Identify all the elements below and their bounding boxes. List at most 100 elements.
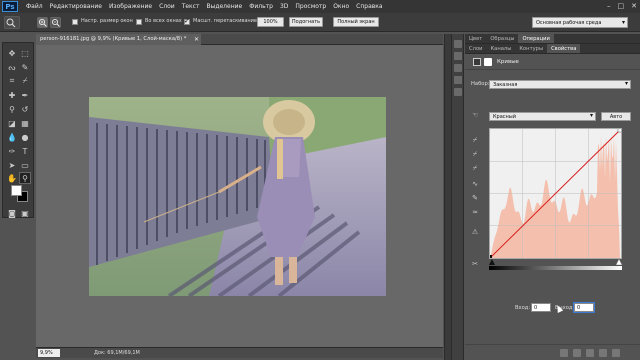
history-panel-icon[interactable] bbox=[454, 40, 462, 48]
zoom-in-icon[interactable] bbox=[37, 17, 48, 28]
channel-select[interactable]: Красный bbox=[489, 112, 596, 121]
crop-tool-icon[interactable]: ⌗ bbox=[6, 75, 18, 87]
brush-tool-icon[interactable]: ✒ bbox=[19, 89, 31, 101]
tab-layers[interactable]: Слои bbox=[465, 44, 486, 53]
hand-tool-icon[interactable]: ✋ bbox=[6, 172, 18, 184]
info-panel-icon[interactable] bbox=[454, 64, 462, 72]
auto-button[interactable]: Авто bbox=[601, 112, 631, 121]
marquee-tool-icon[interactable]: ⬚ bbox=[19, 47, 31, 59]
resize-windows-checkbox[interactable] bbox=[72, 19, 78, 25]
delete-trash-icon[interactable] bbox=[612, 349, 620, 357]
tab-paths[interactable]: Контуры bbox=[515, 44, 547, 53]
menu-layers[interactable]: Слои bbox=[159, 3, 175, 10]
white-point-slider[interactable] bbox=[615, 258, 623, 266]
photo-canvas[interactable] bbox=[89, 97, 386, 296]
menu-view[interactable]: Просмотр bbox=[295, 3, 326, 10]
hand-adjust-icon[interactable]: ☜ bbox=[472, 111, 478, 119]
black-point-slider[interactable] bbox=[489, 259, 495, 265]
edit-points-icon[interactable]: ∿ bbox=[471, 180, 479, 188]
eyedropper-tool-icon[interactable]: ⌿ bbox=[19, 75, 31, 87]
menu-file[interactable]: Файл bbox=[26, 3, 43, 10]
zoom-out-icon[interactable] bbox=[50, 17, 61, 28]
zoom-tool-icon bbox=[6, 18, 16, 28]
tab-channels[interactable]: Каналы bbox=[486, 44, 515, 53]
zoom-100-button[interactable]: 100% bbox=[257, 17, 284, 27]
properties-footer bbox=[465, 344, 640, 360]
zoom-tool-icon[interactable]: ⚲ bbox=[19, 172, 31, 184]
all-windows-checkbox[interactable] bbox=[136, 19, 142, 25]
foreground-color-swatch[interactable] bbox=[11, 185, 22, 196]
fill-screen-button[interactable]: Полный экран bbox=[333, 17, 379, 27]
healing-brush-icon[interactable]: ✚ bbox=[6, 89, 18, 101]
curves-graph-svg bbox=[490, 129, 621, 258]
menu-image[interactable]: Изображение bbox=[109, 3, 152, 10]
input-field[interactable]: 0 bbox=[531, 303, 551, 312]
tab-actions[interactable]: Операции bbox=[518, 34, 554, 43]
zoom-level-field[interactable]: 9,9% bbox=[38, 349, 60, 357]
pen-tool-icon[interactable]: ✑ bbox=[6, 145, 18, 157]
tab-color[interactable]: Цвет bbox=[465, 34, 486, 43]
output-field[interactable]: 0 bbox=[573, 302, 595, 313]
white-point-eyedropper-icon[interactable]: ⌿ bbox=[471, 164, 479, 172]
workspace-select[interactable]: Основная рабочая среда bbox=[532, 17, 628, 28]
all-windows-label: Во всех окнах bbox=[145, 18, 182, 24]
smooth-curve-icon[interactable]: ≈ bbox=[471, 208, 479, 216]
draw-curve-icon[interactable]: ✎ bbox=[471, 194, 479, 202]
maximize-button[interactable]: □ bbox=[618, 2, 625, 10]
reset-icon[interactable] bbox=[586, 349, 594, 357]
curves-graph[interactable] bbox=[489, 128, 622, 259]
quick-select-tool-icon[interactable]: ✎ bbox=[19, 61, 31, 73]
clipping-warning-icon[interactable]: ⚠ bbox=[471, 228, 479, 236]
photoshop-logo: Ps bbox=[2, 1, 18, 12]
fit-screen-button[interactable]: Подогнать bbox=[289, 17, 323, 27]
menu-filter[interactable]: Фильтр bbox=[249, 3, 273, 10]
document-tab[interactable]: person-916181.jpg @ 9,9% (Кривые 1, Слой… bbox=[36, 34, 201, 45]
menu-help[interactable]: Справка bbox=[356, 3, 382, 10]
close-tab-icon[interactable]: ✕ bbox=[194, 34, 199, 45]
clone-stamp-icon[interactable]: ⚲ bbox=[6, 103, 18, 115]
menu-type[interactable]: Текст bbox=[182, 3, 200, 10]
dodge-tool-icon[interactable]: ● bbox=[19, 131, 31, 143]
menu-3d[interactable]: 3D bbox=[280, 3, 288, 10]
clip-to-layer-icon[interactable] bbox=[560, 349, 568, 357]
panel-divider[interactable] bbox=[444, 34, 452, 360]
move-tool-icon[interactable]: ✥ bbox=[6, 47, 18, 59]
view-previous-icon[interactable] bbox=[573, 349, 581, 357]
screen-mode-icon[interactable]: ▣ bbox=[19, 207, 31, 219]
tab-properties[interactable]: Свойства bbox=[547, 44, 581, 53]
canvas-area[interactable] bbox=[36, 45, 443, 347]
right-panel: Цвет Образцы Операции Слои Каналы Контур… bbox=[465, 34, 640, 360]
eraser-tool-icon[interactable]: ◪ bbox=[6, 117, 18, 129]
character-panel-icon[interactable] bbox=[454, 76, 462, 84]
shape-tool-icon[interactable]: ▭ bbox=[19, 159, 31, 171]
input-gradient-bar bbox=[489, 266, 622, 270]
curve-options-icon[interactable]: ✂ bbox=[471, 260, 479, 268]
curves-adjustment-icon[interactable] bbox=[473, 58, 481, 66]
scrubby-zoom-label: Масшт. перетаскиванием bbox=[193, 18, 261, 24]
gradient-tool-icon[interactable]: ▦ bbox=[19, 117, 31, 129]
type-tool-icon[interactable]: T bbox=[19, 145, 31, 157]
menu-window[interactable]: Окно bbox=[333, 3, 349, 10]
layer-mask-icon[interactable] bbox=[484, 58, 492, 66]
blur-tool-icon[interactable]: 💧 bbox=[6, 131, 18, 143]
properties-panel-icon[interactable] bbox=[454, 52, 462, 60]
gray-point-eyedropper-icon[interactable]: ⌿ bbox=[471, 150, 479, 158]
close-button[interactable]: ✕ bbox=[631, 2, 637, 10]
tools-panel: ✥ ⬚ ᔓ ✎ ⌗ ⌿ ✚ ✒ ⚲ ↺ ◪ ▦ 💧 ● ✑ T ➤ ▭ ✋ ⚲ … bbox=[2, 42, 34, 218]
tab-swatches[interactable]: Образцы bbox=[486, 34, 518, 43]
minimize-button[interactable]: – bbox=[607, 2, 611, 10]
scrubby-zoom-checkbox[interactable] bbox=[184, 17, 190, 25]
curve-tools: ⌿ ⌿ ⌿ ∿ ✎ ≈ ⚠ ✂ bbox=[469, 136, 481, 276]
path-select-icon[interactable]: ➤ bbox=[6, 159, 18, 171]
properties-header: Кривые bbox=[465, 54, 640, 70]
paragraph-panel-icon[interactable] bbox=[454, 88, 462, 96]
history-brush-icon[interactable]: ↺ bbox=[19, 103, 31, 115]
visibility-eye-icon[interactable] bbox=[599, 349, 607, 357]
quick-mask-icon[interactable]: ◙ bbox=[6, 207, 18, 219]
menu-edit[interactable]: Редактирование bbox=[50, 3, 102, 10]
black-point-eyedropper-icon[interactable]: ⌿ bbox=[471, 136, 479, 144]
menu-select[interactable]: Выделение bbox=[206, 3, 242, 10]
tool-preset-picker[interactable] bbox=[4, 16, 20, 29]
preset-select[interactable]: Заказная bbox=[489, 80, 631, 89]
lasso-tool-icon[interactable]: ᔓ bbox=[6, 61, 18, 73]
